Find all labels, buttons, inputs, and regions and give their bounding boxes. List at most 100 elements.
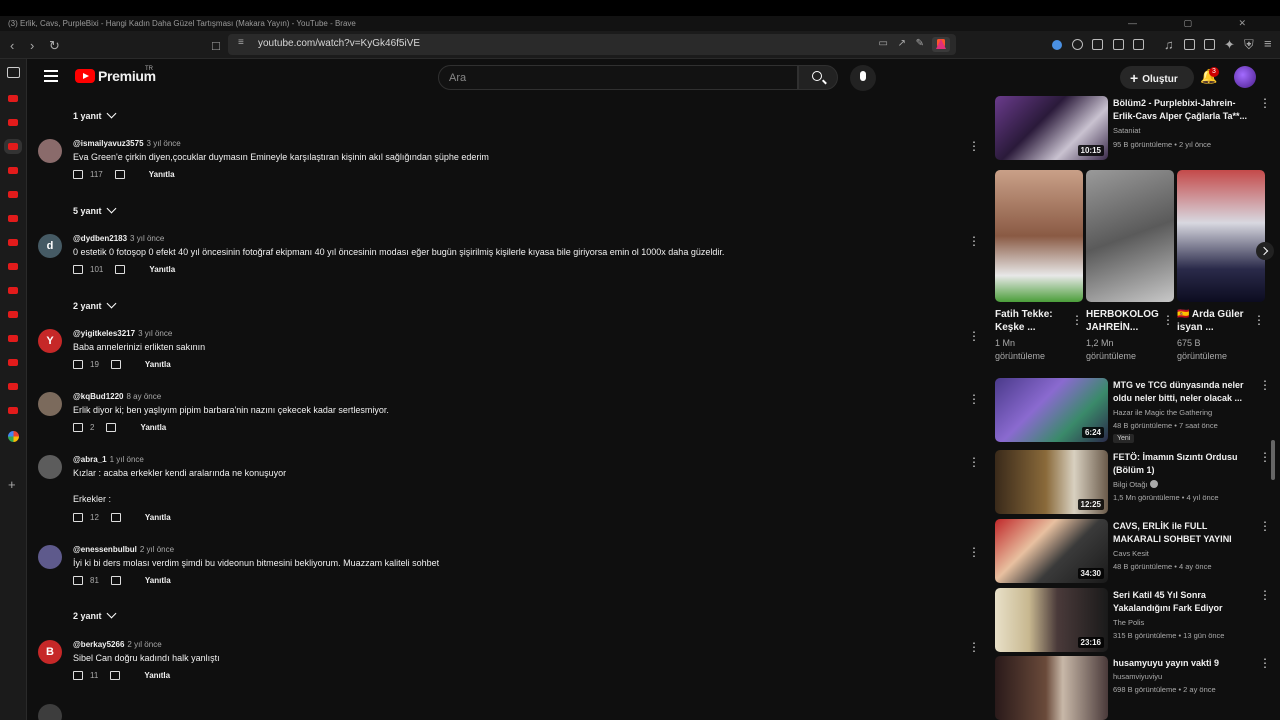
leo-ai-icon[interactable]: ✦ bbox=[1224, 37, 1235, 53]
youtube-tab-icon[interactable] bbox=[8, 119, 18, 126]
replies-toggle[interactable]: 2 yanıt bbox=[73, 608, 116, 621]
youtube-tab-icon[interactable] bbox=[8, 407, 18, 414]
short-video[interactable]: 🇪🇸 Arda Güler isyan ... 675 B görüntüleme… bbox=[1177, 170, 1265, 363]
more-options-icon[interactable]: ⋮ bbox=[968, 455, 980, 469]
short-thumbnail[interactable] bbox=[995, 170, 1083, 302]
comment-author[interactable]: @abra_1 bbox=[73, 455, 107, 464]
share-icon[interactable]: ↗ bbox=[898, 38, 906, 49]
youtube-tab-icon[interactable] bbox=[8, 215, 18, 222]
create-button[interactable]: + Oluştur bbox=[1120, 66, 1194, 89]
dislike-icon[interactable] bbox=[110, 671, 121, 680]
like-icon[interactable] bbox=[73, 360, 83, 369]
comment-author[interactable]: @berkay5266 bbox=[73, 640, 124, 649]
channel-name[interactable]: Bilgi Otağı bbox=[1113, 480, 1158, 489]
shorts-next-button[interactable] bbox=[1256, 242, 1274, 260]
comment-author[interactable]: @enessenbulbul bbox=[73, 545, 137, 554]
recommended-video[interactable]: 10:15 Bölüm2 - Purplebixi-Jahrein-Erlik-… bbox=[995, 96, 1275, 160]
more-options-icon[interactable]: ⋮ bbox=[1162, 313, 1174, 327]
reply-button[interactable]: Yanıtla bbox=[140, 423, 166, 432]
window-controls[interactable]: — ▢ ✕ bbox=[1128, 18, 1268, 29]
commenter-avatar[interactable] bbox=[38, 139, 62, 163]
recommended-video[interactable]: 6:24 MTG ve TCG dünyasında neler oldu ne… bbox=[995, 378, 1275, 443]
short-thumbnail[interactable] bbox=[1177, 170, 1265, 302]
dislike-icon[interactable] bbox=[115, 265, 126, 274]
music-icon[interactable]: ♫ bbox=[1164, 37, 1174, 52]
reply-button[interactable]: Yanıtla bbox=[145, 576, 171, 585]
dislike-icon[interactable] bbox=[110, 576, 121, 585]
edit-icon[interactable]: ✎ bbox=[916, 38, 924, 49]
add-tab-icon[interactable]: + bbox=[8, 477, 16, 492]
short-title[interactable]: 🇪🇸 Arda Güler isyan ... bbox=[1177, 308, 1249, 334]
cast-icon[interactable]: ▭ bbox=[879, 38, 888, 49]
more-options-icon[interactable]: ⋮ bbox=[968, 139, 980, 153]
comment-author[interactable]: @dydben2183 bbox=[73, 234, 127, 243]
more-options-icon[interactable]: ⋮ bbox=[1259, 588, 1271, 602]
more-options-icon[interactable]: ⋮ bbox=[968, 545, 980, 559]
commenter-avatar[interactable] bbox=[38, 545, 62, 569]
video-thumbnail[interactable]: 12:25 bbox=[995, 450, 1108, 514]
search-button[interactable] bbox=[798, 65, 838, 90]
more-options-icon[interactable]: ⋮ bbox=[1259, 519, 1271, 533]
reply-button[interactable]: Yanıtla bbox=[145, 513, 171, 522]
address-field[interactable]: ≡ youtube.com/watch?v=KyGk46f5iVE ▭ ↗ ✎ bbox=[228, 34, 956, 55]
hamburger-menu-icon[interactable] bbox=[44, 70, 58, 82]
reload-icon[interactable]: ↻ bbox=[49, 38, 60, 54]
video-title[interactable]: Seri Katil 45 Yıl Sonra Yakalandığını Fa… bbox=[1113, 589, 1251, 615]
more-options-icon[interactable]: ⋮ bbox=[968, 640, 980, 654]
short-thumbnail[interactable] bbox=[1086, 170, 1174, 302]
youtube-tab-icon[interactable] bbox=[8, 287, 18, 294]
like-icon[interactable] bbox=[73, 671, 83, 680]
commenter-avatar[interactable] bbox=[38, 455, 62, 479]
channel-name[interactable]: husamviyuviyu bbox=[1113, 672, 1162, 681]
dislike-icon[interactable] bbox=[110, 360, 121, 369]
comment-time[interactable]: 8 ay önce bbox=[126, 392, 161, 401]
commenter-avatar[interactable]: Y bbox=[38, 329, 62, 353]
video-title[interactable]: MTG ve TCG dünyasında neler oldu neler b… bbox=[1113, 379, 1251, 405]
comment-time[interactable]: 3 yıl önce bbox=[147, 139, 181, 148]
recommended-video[interactable]: husamyuyu yayın vakti 9 husamviyuviyu 69… bbox=[995, 656, 1275, 720]
wallet-icon[interactable] bbox=[1204, 39, 1215, 50]
dislike-icon[interactable] bbox=[114, 170, 125, 179]
youtube-tab-icon[interactable] bbox=[8, 95, 18, 102]
google-tab-icon[interactable] bbox=[8, 431, 19, 442]
channel-name[interactable]: Hazar ile Magic the Gathering bbox=[1113, 408, 1212, 417]
youtube-tab-icon[interactable] bbox=[8, 263, 18, 270]
like-icon[interactable] bbox=[73, 576, 83, 585]
comment-author[interactable]: @ismailyavuz3575 bbox=[73, 139, 144, 148]
recommended-video[interactable]: 23:16 Seri Katil 45 Yıl Sonra Yakalandığ… bbox=[995, 588, 1275, 652]
commenter-avatar[interactable]: d bbox=[38, 234, 62, 258]
more-options-icon[interactable]: ⋮ bbox=[1259, 96, 1271, 110]
video-thumbnail[interactable] bbox=[995, 656, 1108, 720]
youtube-tab-icon[interactable] bbox=[8, 335, 18, 342]
replies-toggle[interactable]: 2 yanıt bbox=[73, 298, 116, 311]
commenter-avatar[interactable] bbox=[38, 704, 62, 720]
channel-name[interactable]: Cavs Kesit bbox=[1113, 549, 1149, 558]
video-title[interactable]: FETÖ: İmamın Sızıntı Ordusu (Bölüm 1) bbox=[1113, 451, 1251, 477]
youtube-tab-icon[interactable] bbox=[8, 383, 18, 390]
dislike-icon[interactable] bbox=[110, 513, 121, 522]
youtube-tab-icon[interactable] bbox=[8, 191, 18, 198]
screenshot-icon[interactable] bbox=[1133, 39, 1144, 50]
comment-time[interactable]: 3 yıl önce bbox=[130, 234, 164, 243]
video-thumbnail[interactable]: 10:15 bbox=[995, 96, 1108, 160]
sidebar-toggle-icon[interactable] bbox=[1184, 39, 1195, 50]
short-video[interactable]: Fatih Tekke: Keşke ... 1 Mn görüntüleme ⋮ bbox=[995, 170, 1083, 363]
account-avatar[interactable] bbox=[1234, 66, 1256, 88]
more-options-icon[interactable]: ⋮ bbox=[1259, 450, 1271, 464]
more-options-icon[interactable]: ⋮ bbox=[968, 392, 980, 406]
search-input[interactable]: Ara bbox=[438, 65, 798, 90]
more-options-icon[interactable]: ⋮ bbox=[1259, 378, 1271, 392]
reply-button[interactable]: Yanıtla bbox=[149, 265, 175, 274]
comment-author[interactable]: @yigitkeles3217 bbox=[73, 329, 135, 338]
recommended-video[interactable]: 12:25 FETÖ: İmamın Sızıntı Ordusu (Bölüm… bbox=[995, 450, 1275, 514]
comment-time[interactable]: 3 yıl önce bbox=[138, 329, 172, 338]
comment-time[interactable]: 1 yıl önce bbox=[110, 455, 144, 464]
short-title[interactable]: HERBOKOLOG JAHREİN... bbox=[1086, 308, 1159, 334]
youtube-tab-icon[interactable] bbox=[8, 311, 18, 318]
video-title[interactable]: Bölüm2 - Purplebixi-Jahrein-Erlik-Cavs A… bbox=[1113, 97, 1251, 123]
dislike-icon[interactable] bbox=[106, 423, 117, 432]
replies-toggle[interactable]: 1 yanıt bbox=[73, 108, 116, 121]
more-options-icon[interactable]: ⋮ bbox=[968, 234, 980, 248]
more-options-icon[interactable]: ⋮ bbox=[968, 329, 980, 343]
extension-icon[interactable] bbox=[1092, 39, 1103, 50]
